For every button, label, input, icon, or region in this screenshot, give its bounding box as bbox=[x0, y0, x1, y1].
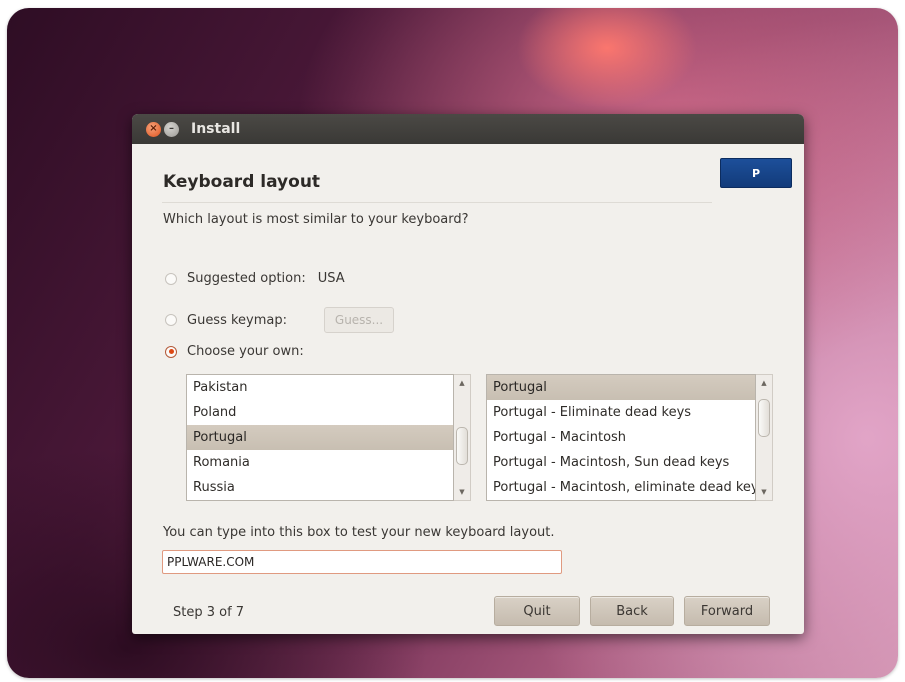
scroll-down-icon[interactable]: ▼ bbox=[454, 488, 470, 496]
list-item[interactable]: Russia bbox=[187, 475, 453, 500]
logo-mark: P bbox=[751, 166, 761, 180]
quit-button[interactable]: Quit bbox=[494, 596, 580, 626]
list-item[interactable]: Portugal bbox=[487, 375, 755, 400]
scroll-up-icon[interactable]: ▲ bbox=[756, 379, 772, 387]
country-list-scrollbar[interactable]: ▲ ▼ bbox=[454, 374, 471, 501]
test-input-label: You can type into this box to test your … bbox=[163, 525, 555, 540]
window-title: Install bbox=[191, 121, 241, 137]
installer-window: × – Install Keyboard layout P Which layo… bbox=[132, 114, 804, 634]
minimize-icon[interactable]: – bbox=[164, 121, 179, 137]
scroll-down-icon[interactable]: ▼ bbox=[756, 488, 772, 496]
choose-own-row[interactable]: Choose your own: bbox=[165, 344, 304, 359]
pplware-logo: P bbox=[720, 158, 792, 188]
list-item[interactable]: Portugal - Macintosh, Sun dead keys bbox=[487, 450, 755, 475]
list-item[interactable]: Pakistan bbox=[187, 375, 453, 400]
suggested-option-row[interactable]: Suggested option: USA bbox=[165, 271, 345, 286]
desktop-background: × – Install Keyboard layout P Which layo… bbox=[7, 8, 898, 678]
list-item[interactable]: Poland bbox=[187, 400, 453, 425]
guess-keymap-row[interactable]: Guess keymap: Guess... bbox=[165, 307, 395, 333]
country-list[interactable]: Pakistan Poland Portugal Romania Russia bbox=[186, 374, 454, 501]
scroll-thumb[interactable] bbox=[456, 427, 468, 465]
list-item[interactable]: Portugal - Eliminate dead keys bbox=[487, 400, 755, 425]
variant-list-scrollbar[interactable]: ▲ ▼ bbox=[756, 374, 773, 501]
close-icon[interactable]: × bbox=[146, 121, 161, 137]
list-item[interactable]: Romania bbox=[187, 450, 453, 475]
variant-list[interactable]: Portugal Portugal - Eliminate dead keys … bbox=[486, 374, 756, 501]
suggested-option-value: USA bbox=[317, 271, 345, 286]
scroll-thumb[interactable] bbox=[758, 399, 770, 437]
scroll-up-icon[interactable]: ▲ bbox=[454, 379, 470, 387]
list-item[interactable]: Portugal - Macintosh bbox=[487, 425, 755, 450]
window-titlebar[interactable]: × – Install bbox=[132, 114, 804, 144]
keyboard-test-input[interactable] bbox=[162, 550, 562, 574]
page-title: Keyboard layout bbox=[163, 172, 321, 192]
choose-own-label: Choose your own: bbox=[187, 344, 304, 359]
guess-button[interactable]: Guess... bbox=[324, 307, 395, 333]
list-item[interactable]: Portugal - Macintosh, eliminate dead key… bbox=[487, 475, 755, 500]
heading-divider bbox=[162, 202, 712, 203]
step-indicator: Step 3 of 7 bbox=[173, 605, 245, 620]
forward-button[interactable]: Forward bbox=[684, 596, 770, 626]
guess-keymap-radio[interactable] bbox=[165, 314, 177, 326]
suggested-option-radio[interactable] bbox=[165, 272, 177, 285]
layout-question: Which layout is most similar to your key… bbox=[163, 212, 469, 227]
list-item[interactable]: Portugal bbox=[187, 425, 453, 450]
choose-own-radio[interactable] bbox=[165, 345, 177, 358]
guess-keymap-label: Guess keymap: bbox=[187, 312, 288, 328]
back-button[interactable]: Back bbox=[590, 596, 674, 626]
suggested-option-label: Suggested option: bbox=[187, 271, 306, 286]
